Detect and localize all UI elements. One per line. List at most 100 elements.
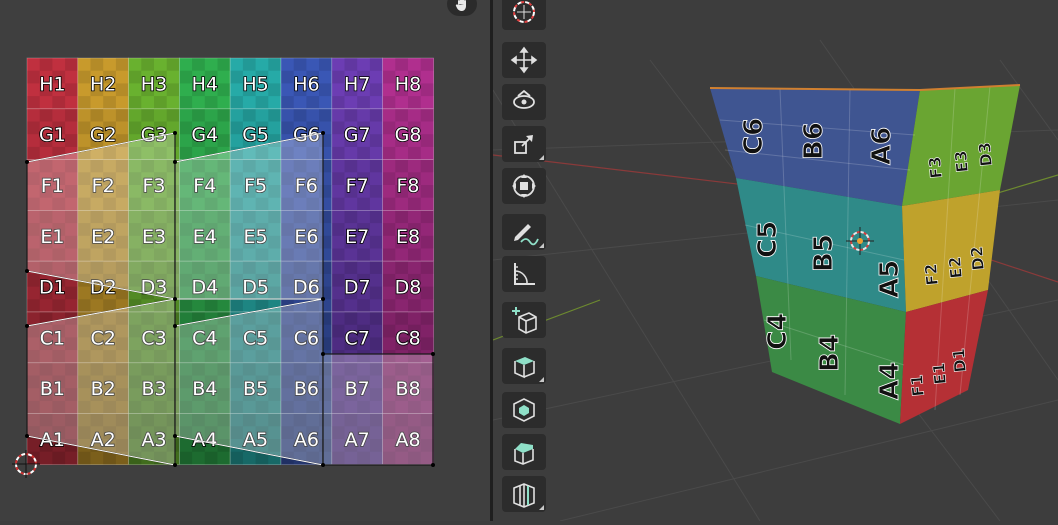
uv-grid-tile xyxy=(217,134,231,148)
uv-grid-tile xyxy=(369,70,384,84)
uv-grid-tile xyxy=(217,70,231,84)
scale-tool-button[interactable] xyxy=(502,126,546,162)
uv-grid-tile xyxy=(382,172,396,186)
inset-tool-button[interactable] xyxy=(502,392,546,428)
uv-grid-tile xyxy=(141,96,155,110)
uv-grid-tile xyxy=(293,96,307,110)
face-label: B4 xyxy=(815,334,845,372)
cube-side-bottom-face[interactable] xyxy=(900,290,988,424)
uv-grid-tile xyxy=(281,96,295,110)
uv-grid-tile xyxy=(242,58,257,72)
uv-grid-tile xyxy=(382,197,396,211)
uv-grid-tile xyxy=(420,146,434,161)
uv-grid-tile xyxy=(420,108,434,122)
uv-grid-tile xyxy=(242,108,257,122)
uv-grid-tile xyxy=(27,312,41,326)
uv-grid-tile xyxy=(255,58,269,72)
uv-grid-tile xyxy=(268,121,282,135)
uv-grid-tile xyxy=(357,197,371,211)
uv-grid-tile xyxy=(369,261,384,275)
uv-grid-tile xyxy=(77,96,91,110)
annotate-tool-button[interactable] xyxy=(502,214,546,250)
uv-grid-tile xyxy=(65,83,79,97)
extrude-tool-button[interactable] xyxy=(502,348,546,384)
loop-cut-tool-button[interactable] xyxy=(502,476,546,512)
uv-grid-tile xyxy=(128,108,142,122)
uv-grid-tile xyxy=(319,96,333,110)
cursor-tool-button[interactable] xyxy=(502,0,546,30)
uv-cell-label: G7 xyxy=(344,124,371,146)
uv-vertex[interactable] xyxy=(25,160,29,164)
uv-grid-tile xyxy=(331,185,345,199)
uv-cell-label: C8 xyxy=(395,327,420,349)
uv-grid-tile xyxy=(357,248,371,262)
uv-grid-tile xyxy=(154,96,168,110)
uv-cell-label: H6 xyxy=(293,73,319,95)
uv-vertex[interactable] xyxy=(321,463,325,467)
uv-grid-tile xyxy=(331,299,345,313)
uv-grid-tile xyxy=(357,96,371,110)
bevel-icon xyxy=(514,443,534,465)
uv-grid-tile xyxy=(395,197,409,211)
uv-grid-tile xyxy=(331,324,345,338)
uv-grid-tile xyxy=(420,248,434,262)
uv-grid-tile xyxy=(395,58,409,72)
uv-vertex[interactable] xyxy=(431,352,435,356)
move-tool-button[interactable] xyxy=(502,42,546,78)
uv-island-face[interactable] xyxy=(322,353,434,466)
uv-cell-label: E8 xyxy=(396,226,420,248)
uv-vertex[interactable] xyxy=(173,160,177,164)
uv-grid-tile xyxy=(369,223,384,237)
uv-canvas[interactable]: H1H2H3H4H5H6H7H8G1G2G3G4G5G6G7G8F1F2F3F4… xyxy=(0,0,490,521)
uv-vertex[interactable] xyxy=(173,434,177,438)
uv-vertex[interactable] xyxy=(321,131,325,135)
cube-side-top-face[interactable] xyxy=(902,85,1020,206)
add-cube-tool-button[interactable] xyxy=(502,302,546,338)
uv-grid-tile xyxy=(255,108,269,122)
uv-vertex[interactable] xyxy=(173,324,177,328)
transform-tool-button[interactable] xyxy=(502,168,546,204)
uv-grid-tile xyxy=(306,108,320,122)
3d-viewport[interactable]: C6 B6 A6 C5 B5 A5 C4 B4 A4 F3 E3 D3 F2 E… xyxy=(493,0,1058,521)
uv-grid-tile xyxy=(90,58,104,72)
uv-vertex[interactable] xyxy=(25,269,29,273)
uv-editor-pane[interactable]: H1H2H3H4H5H6H7H8G1G2G3G4G5G6G7G8F1F2F3F4… xyxy=(0,0,490,521)
uv-grid-tile xyxy=(369,159,384,173)
uv-cell-label: D7 xyxy=(344,277,371,299)
uv-grid-tile xyxy=(382,96,396,110)
uv-grid-tile xyxy=(395,210,409,224)
uv-grid-tile xyxy=(344,261,358,275)
uv-vertex[interactable] xyxy=(173,297,177,301)
uv-vertex[interactable] xyxy=(321,297,325,301)
uv-vertex[interactable] xyxy=(431,463,435,467)
uv-grid-tile xyxy=(420,223,434,237)
rotate-tool-button[interactable] xyxy=(502,84,546,120)
3d-cursor-icon xyxy=(513,1,535,23)
uv-vertex[interactable] xyxy=(25,324,29,328)
uv-grid-tile xyxy=(268,70,282,84)
uv-grid-tile xyxy=(395,96,409,110)
measure-tool-button[interactable] xyxy=(502,256,546,292)
uv-grid-tile xyxy=(52,96,66,110)
uv-grid-tile xyxy=(420,324,434,338)
uv-vertex[interactable] xyxy=(25,434,29,438)
viewport-canvas[interactable]: C6 B6 A6 C5 B5 A5 C4 B4 A4 F3 E3 D3 F2 E… xyxy=(493,0,1058,521)
uv-vertex[interactable] xyxy=(173,463,177,467)
uv-grid-tile xyxy=(141,58,155,72)
extrude-icon xyxy=(514,357,535,379)
uv-grid-tile xyxy=(382,299,396,313)
uv-grid-tile xyxy=(331,159,345,173)
bevel-tool-button[interactable] xyxy=(502,434,546,470)
uv-grid-tile xyxy=(281,108,295,122)
uv-grid-tile xyxy=(179,439,193,453)
uv-vertex[interactable] xyxy=(173,131,177,135)
uv-vertex[interactable] xyxy=(321,352,325,356)
uv-grid-tile xyxy=(420,210,434,224)
uv-grid-tile xyxy=(39,451,53,465)
uv-grid-tile xyxy=(52,58,66,72)
uv-grid-tile xyxy=(319,83,333,97)
uv-grid-tile xyxy=(420,299,434,313)
uv-cell-label: H2 xyxy=(90,73,116,95)
uv-grid-tile xyxy=(52,451,66,465)
uv-grid-tile xyxy=(179,146,193,161)
